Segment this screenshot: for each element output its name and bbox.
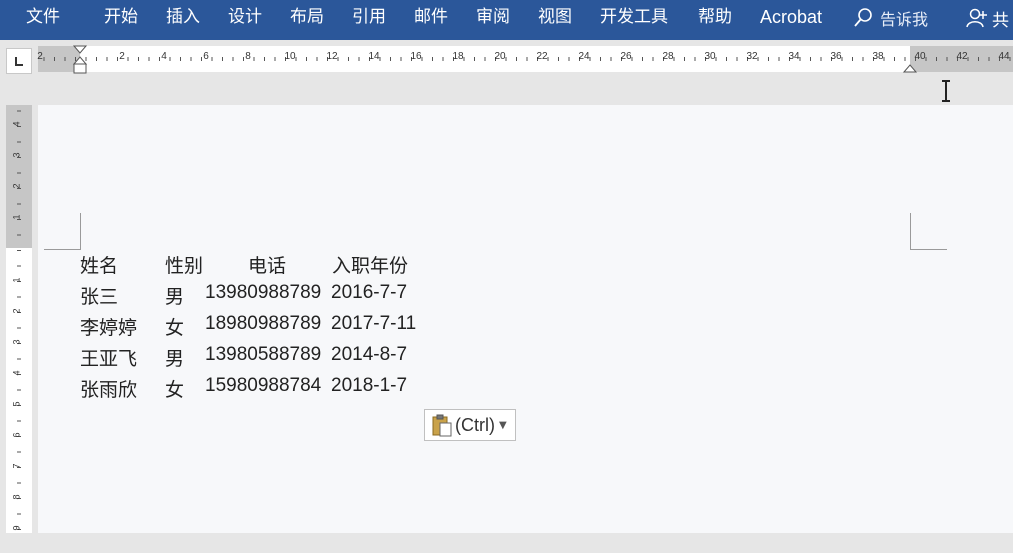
ruler-label: 36 <box>830 51 842 62</box>
cell-year: 2014-8-7 <box>331 344 408 365</box>
margin-corner-top-left <box>44 213 81 250</box>
ruler-label: 8 <box>245 51 251 62</box>
tab-insert[interactable]: 插入 <box>166 0 200 36</box>
ruler-label: 44 <box>998 51 1010 62</box>
paste-options-label: (Ctrl) <box>455 414 495 435</box>
tab-layout[interactable]: 布局 <box>290 0 324 36</box>
cell-name: 张三 <box>80 286 119 308</box>
ruler-label: 22 <box>536 51 548 62</box>
tell-me-label: 告诉我 <box>880 10 929 29</box>
tell-me-search[interactable]: 告诉我 <box>852 0 928 36</box>
ruler-label: 10 <box>284 51 296 62</box>
ruler-label: 2 <box>119 51 125 62</box>
ruler-label: 32 <box>746 51 758 62</box>
cell-gender: 女 <box>165 379 185 401</box>
ruler-label: 20 <box>494 51 506 62</box>
cell-phone: 18980988789 <box>205 313 322 334</box>
ruler-label: 26 <box>620 51 632 62</box>
cell-gender: 男 <box>165 286 185 308</box>
vertical-ruler-label: 4 <box>11 121 22 127</box>
paste-options-button[interactable]: (Ctrl) ▼ <box>424 409 516 441</box>
cell-phone: 13980588789 <box>205 344 322 365</box>
vertical-ruler-label: 1 <box>11 277 22 283</box>
vertical-ruler-label: 2 <box>11 183 22 189</box>
search-icon <box>854 8 872 27</box>
ruler-label: 42 <box>956 51 968 62</box>
i-beam-cursor-icon <box>942 80 950 102</box>
ruler-label: 16 <box>410 51 422 62</box>
ruler-label: 38 <box>872 51 884 62</box>
tab-acrobat[interactable]: Acrobat <box>760 0 822 36</box>
chevron-down-icon: ▼ <box>498 419 507 431</box>
left-tab-icon <box>15 57 23 66</box>
ruler-label: 6 <box>203 51 209 62</box>
cell-name: 张雨欣 <box>80 379 138 401</box>
vertical-ruler-ticks <box>17 110 21 530</box>
ruler-label: 14 <box>368 51 380 62</box>
cell-name: 李婷婷 <box>80 317 138 339</box>
margin-corner-top-right <box>910 213 947 250</box>
indent-marker-icon[interactable] <box>72 44 88 76</box>
cell-name: 王亚飞 <box>80 348 138 370</box>
ribbon-tab-bar: 文件 开始 插入 设计 布局 引用 邮件 审阅 视图 开发工具 帮助 Acrob… <box>0 0 1013 40</box>
vertical-ruler-label: 3 <box>11 339 22 345</box>
tab-references[interactable]: 引用 <box>352 0 386 36</box>
cell-gender: 女 <box>165 317 185 339</box>
share-button[interactable]: 共 <box>966 0 1009 36</box>
ruler-gap <box>0 76 1013 104</box>
vertical-ruler-label: 7 <box>11 463 22 469</box>
header-name: 姓名 <box>80 255 119 277</box>
cell-phone: 15980988784 <box>205 375 322 396</box>
add-user-icon <box>966 8 987 28</box>
tab-review[interactable]: 审阅 <box>476 0 510 36</box>
vertical-ruler-label: 1 <box>11 214 22 220</box>
tab-help[interactable]: 帮助 <box>698 0 732 36</box>
header-year: 入职年份 <box>332 255 409 277</box>
ruler-label: 4 <box>161 51 167 62</box>
vertical-ruler-label: 5 <box>11 401 22 407</box>
ruler-label: 2 <box>37 51 43 62</box>
cell-year: 2017-7-11 <box>331 313 417 334</box>
header-gender: 性别 <box>165 255 204 277</box>
vertical-ruler[interactable]: 4 3 2 1 1 2 3 4 5 6 7 8 9 <box>6 105 32 533</box>
vertical-ruler-label: 3 <box>11 152 22 158</box>
vertical-ruler-label: 8 <box>11 494 22 500</box>
tab-mailings[interactable]: 邮件 <box>414 0 448 36</box>
cell-gender: 男 <box>165 348 185 370</box>
share-label: 共 <box>992 10 1009 31</box>
ruler-label: 30 <box>704 51 716 62</box>
horizontal-ruler-row: 2 2 4 6 8 10 12 14 16 18 20 22 24 26 28 30 32 34 36 38 40 42 4… <box>0 40 1013 76</box>
tab-developer[interactable]: 开发工具 <box>600 0 668 36</box>
tab-design[interactable]: 设计 <box>228 0 262 36</box>
clipboard-icon <box>432 414 452 437</box>
vertical-ruler-label: 4 <box>11 370 22 376</box>
header-phone: 电话 <box>248 255 287 277</box>
ruler-label: 18 <box>452 51 464 62</box>
tab-home[interactable]: 开始 <box>104 0 138 36</box>
vertical-ruler-label: 6 <box>11 432 22 438</box>
ruler-label: 12 <box>326 51 338 62</box>
ruler-label: 24 <box>578 51 590 62</box>
ruler-label: 28 <box>662 51 674 62</box>
vertical-ruler-label: 2 <box>11 308 22 314</box>
horizontal-ruler[interactable]: 2 2 4 6 8 10 12 14 16 18 20 22 24 26 28 30 32 34 36 38 40 42 4… <box>37 45 1013 74</box>
vertical-ruler-label: 9 <box>11 525 22 531</box>
right-indent-marker-icon[interactable] <box>902 60 918 74</box>
tab-view[interactable]: 视图 <box>538 0 572 36</box>
cell-year: 2016-7-7 <box>331 282 408 303</box>
ruler-ticks <box>43 57 1011 61</box>
workspace-bottom <box>0 533 1013 553</box>
tab-stop-selector[interactable] <box>6 48 32 74</box>
cell-year: 2018-1-7 <box>331 375 408 396</box>
tab-file[interactable]: 文件 <box>26 0 60 36</box>
ruler-label: 34 <box>788 51 800 62</box>
document-page[interactable]: 姓名 性别 电话 入职年份 张三 男 13980988789 2016-7-7 … <box>38 105 1013 533</box>
cell-phone: 13980988789 <box>205 282 322 303</box>
